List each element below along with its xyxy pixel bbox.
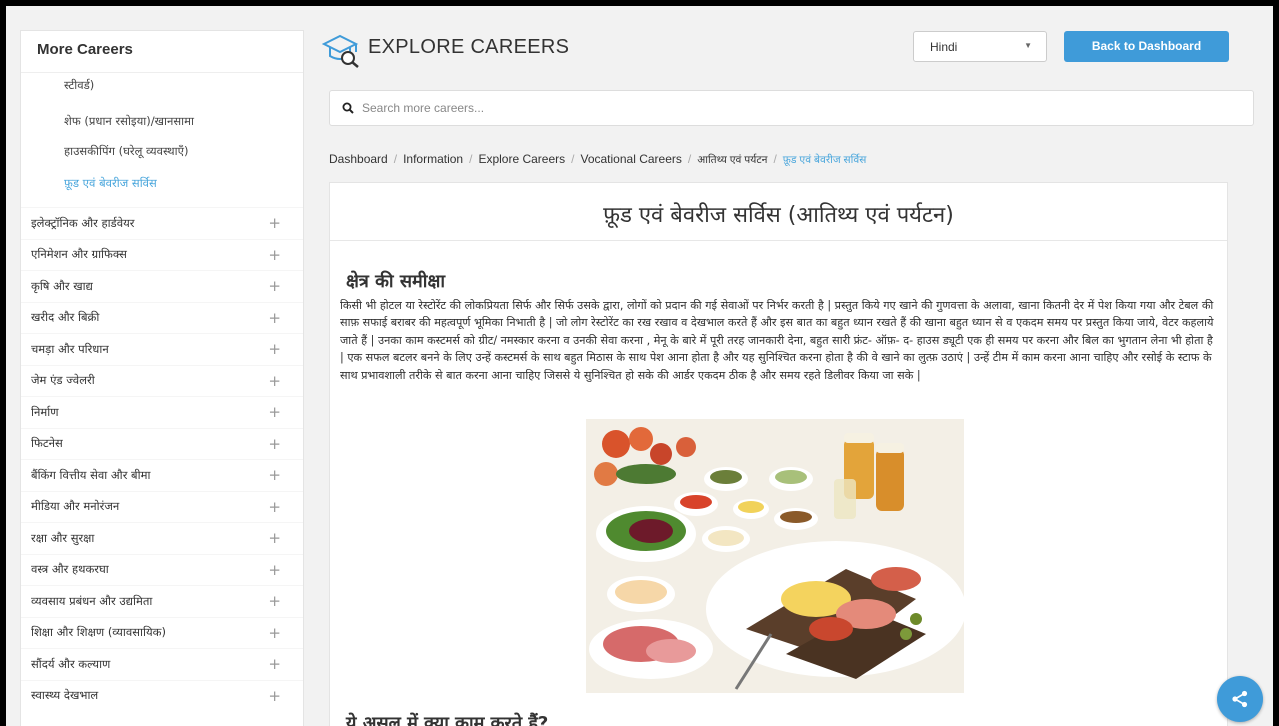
career-title: फ़ूड एवं बेवरीज सर्विस (आतिथ्य एवं पर्यट… bbox=[330, 183, 1227, 241]
category-item[interactable]: रक्षा और सुरक्षा + bbox=[21, 522, 303, 554]
category-label: बैंकिंग वित्तीय सेवा और बीमा bbox=[31, 467, 151, 482]
breadcrumb-separator: / bbox=[571, 152, 575, 166]
category-label: वस्त्र और हथकरघा bbox=[31, 562, 109, 577]
sidebar-title: More Careers bbox=[21, 31, 303, 73]
chevron-down-icon: ▼ bbox=[1024, 41, 1032, 50]
category-item[interactable]: एनिमेशन और ग्राफिक्स + bbox=[21, 238, 303, 271]
plus-icon[interactable]: + bbox=[268, 498, 281, 516]
category-item[interactable]: स्वास्थ्य देखभाल + bbox=[21, 679, 303, 712]
plus-icon[interactable]: + bbox=[268, 624, 281, 642]
breadcrumb: Dashboard / Information / Explore Careers / Vo… bbox=[329, 152, 866, 167]
page-header-title: EXPLORE CAREERS bbox=[368, 36, 570, 58]
plus-icon[interactable]: + bbox=[268, 466, 281, 484]
category-item[interactable]: चमड़ा और परिधान + bbox=[21, 333, 303, 365]
category-label: निर्माण bbox=[31, 404, 59, 419]
breadcrumb-link-hospitality[interactable]: आतिथ्य एवं पर्यटन bbox=[697, 154, 767, 166]
sub-item-housekeeping[interactable]: हाउसकीपिंग (घरेलू व्यवस्थाएँ) bbox=[64, 139, 303, 171]
category-item[interactable]: फिटनेस + bbox=[21, 427, 303, 460]
breadcrumb-current: फ़ूड एवं बेवरीज सर्विस bbox=[782, 154, 867, 166]
breadcrumb-separator: / bbox=[773, 152, 777, 166]
category-item[interactable]: वस्त्र और हथकरघा + bbox=[21, 553, 303, 586]
plus-icon[interactable]: + bbox=[268, 277, 281, 295]
breadcrumb-link-dashboard[interactable]: Dashboard bbox=[329, 152, 388, 166]
share-button[interactable] bbox=[1217, 676, 1263, 722]
plus-icon[interactable]: + bbox=[268, 403, 281, 421]
category-item[interactable]: व्यवसाय प्रबंधन और उद्यमिता + bbox=[21, 585, 303, 617]
category-label: स्वास्थ्य देखभाल bbox=[31, 688, 99, 703]
back-to-dashboard-button[interactable]: Back to Dashboard bbox=[1064, 31, 1229, 62]
language-select[interactable]: Hindi ▼ bbox=[913, 31, 1047, 62]
breadcrumb-separator: / bbox=[469, 152, 473, 166]
category-label: फिटनेस bbox=[31, 436, 63, 451]
category-list: इलेक्ट्रॉनिक और हार्डवेयर + एनिमेशन और ग्… bbox=[21, 207, 303, 711]
work-description-heading: ये असल में क्या काम करते हैं? bbox=[346, 713, 549, 726]
plus-icon[interactable]: + bbox=[268, 561, 281, 579]
plus-icon[interactable]: + bbox=[268, 246, 281, 264]
category-item[interactable]: जेम एंड ज्वेलरी + bbox=[21, 364, 303, 397]
graduation-cap-icon bbox=[322, 34, 359, 68]
plus-icon[interactable]: + bbox=[268, 214, 281, 232]
category-item[interactable]: बैंकिंग वित्तीय सेवा और बीमा + bbox=[21, 459, 303, 491]
search-input[interactable]: Search more careers... bbox=[362, 101, 484, 115]
category-item[interactable]: निर्माण + bbox=[21, 396, 303, 428]
category-label: कृषि और खाद्य bbox=[31, 278, 93, 293]
plus-icon[interactable]: + bbox=[268, 687, 281, 705]
breadcrumb-link-information[interactable]: Information bbox=[403, 152, 463, 166]
sidebar: More Careers स्टीवर्ड) शेफ (प्रधान रसोइय… bbox=[20, 30, 304, 726]
sub-item-food-beverage[interactable]: फ़ूड एवं बेवरीज सर्विस bbox=[64, 171, 303, 203]
category-item[interactable]: खरीद और बिक्री + bbox=[21, 301, 303, 334]
food-platter-image bbox=[586, 419, 964, 693]
category-item[interactable]: कृषि और खाद्य + bbox=[21, 270, 303, 302]
sub-item-chef[interactable]: शेफ (प्रधान रसोइया)/खानसामा bbox=[64, 107, 303, 139]
plus-icon[interactable]: + bbox=[268, 435, 281, 453]
plus-icon[interactable]: + bbox=[268, 340, 281, 358]
category-label: चमड़ा और परिधान bbox=[31, 341, 109, 356]
page-frame: More Careers स्टीवर्ड) शेफ (प्रधान रसोइय… bbox=[6, 6, 1273, 726]
category-label: शिक्षा और शिक्षण (व्यावसायिक) bbox=[31, 625, 166, 640]
category-label: इलेक्ट्रॉनिक और हार्डवेयर bbox=[31, 215, 135, 230]
share-icon bbox=[1232, 690, 1248, 708]
breadcrumb-separator: / bbox=[393, 152, 398, 166]
search-icon bbox=[342, 102, 354, 114]
plus-icon[interactable]: + bbox=[268, 529, 281, 547]
overview-heading: क्षेत्र की समीक्षा bbox=[346, 271, 446, 292]
plus-icon[interactable]: + bbox=[268, 372, 281, 390]
plus-icon[interactable]: + bbox=[268, 592, 281, 610]
category-item[interactable]: सौंदर्य और कल्याण + bbox=[21, 648, 303, 680]
category-item[interactable]: मीडिया और मनोरंजन + bbox=[21, 490, 303, 523]
category-label: खरीद और बिक्री bbox=[31, 310, 100, 325]
category-label: रक्षा और सुरक्षा bbox=[31, 530, 95, 545]
category-label: सौंदर्य और कल्याण bbox=[31, 656, 111, 671]
category-label: व्यवसाय प्रबंधन और उद्यमिता bbox=[31, 593, 153, 608]
sub-item-steward[interactable]: स्टीवर्ड) bbox=[64, 75, 303, 107]
sub-category-list: स्टीवर्ड) शेफ (प्रधान रसोइया)/खानसामा हा… bbox=[21, 73, 303, 203]
category-label: जेम एंड ज्वेलरी bbox=[31, 373, 95, 388]
breadcrumb-link-explore-careers[interactable]: Explore Careers bbox=[478, 152, 565, 166]
language-value: Hindi bbox=[930, 40, 958, 54]
content-card: फ़ूड एवं बेवरीज सर्विस (आतिथ्य एवं पर्यट… bbox=[329, 182, 1228, 726]
breadcrumb-link-vocational-careers[interactable]: Vocational Careers bbox=[580, 152, 681, 166]
plus-icon[interactable]: + bbox=[268, 655, 281, 673]
search-bar[interactable]: Search more careers... bbox=[329, 90, 1254, 126]
overview-text: किसी भी होटल या रेस्टोरेंट की लोकप्रियता… bbox=[340, 299, 1214, 382]
breadcrumb-separator: / bbox=[687, 152, 692, 166]
category-item[interactable]: शिक्षा और शिक्षण (व्यावसायिक) + bbox=[21, 616, 303, 649]
category-item[interactable]: इलेक्ट्रॉनिक और हार्डवेयर + bbox=[21, 207, 303, 239]
category-label: मीडिया और मनोरंजन bbox=[31, 499, 120, 514]
plus-icon[interactable]: + bbox=[268, 309, 281, 327]
category-label: एनिमेशन और ग्राफिक्स bbox=[31, 247, 127, 262]
